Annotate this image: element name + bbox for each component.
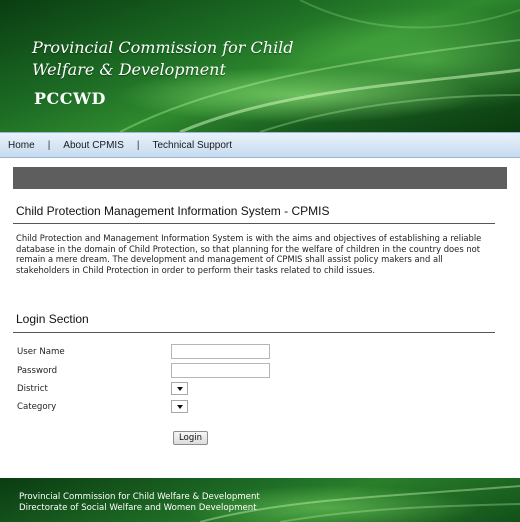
login-button[interactable]: Login: [173, 431, 208, 445]
district-label: District: [17, 384, 48, 394]
nav-technical-support-link[interactable]: Technical Support: [153, 140, 233, 151]
password-input[interactable]: [171, 363, 270, 378]
nav-separator: |: [47, 139, 51, 151]
login-divider: [13, 332, 495, 333]
chevron-down-icon: [176, 386, 183, 391]
intro-description: Child Protection and Management Informat…: [16, 233, 482, 275]
category-select[interactable]: [171, 400, 188, 413]
username-input[interactable]: [171, 344, 270, 359]
intro-heading: Child Protection Management Information …: [16, 204, 330, 218]
chevron-down-icon: [176, 404, 183, 409]
nav-about-cpmis-link[interactable]: About CPMIS: [63, 140, 124, 151]
grey-banner-strip: [13, 167, 507, 189]
organization-name: Provincial Commission for Child Welfare …: [32, 38, 294, 79]
footer-organization: Provincial Commission for Child Welfare …: [19, 492, 260, 502]
category-label: Category: [17, 402, 57, 412]
login-heading: Login Section: [16, 312, 89, 326]
intro-divider: [13, 223, 495, 224]
nav-separator: |: [136, 139, 140, 151]
footer: Provincial Commission for Child Welfare …: [0, 478, 520, 522]
password-label: Password: [17, 366, 58, 376]
district-select[interactable]: [171, 382, 188, 395]
username-label: User Name: [17, 347, 65, 357]
nav-home-link[interactable]: Home: [8, 140, 35, 151]
main-navigation: Home | About CPMIS | Technical Support: [0, 132, 520, 158]
header-banner: Provincial Commission for Child Welfare …: [0, 0, 520, 132]
footer-directorate: Directorate of Social Welfare and Women …: [19, 503, 257, 513]
organization-abbreviation: PCCWD: [34, 89, 106, 108]
